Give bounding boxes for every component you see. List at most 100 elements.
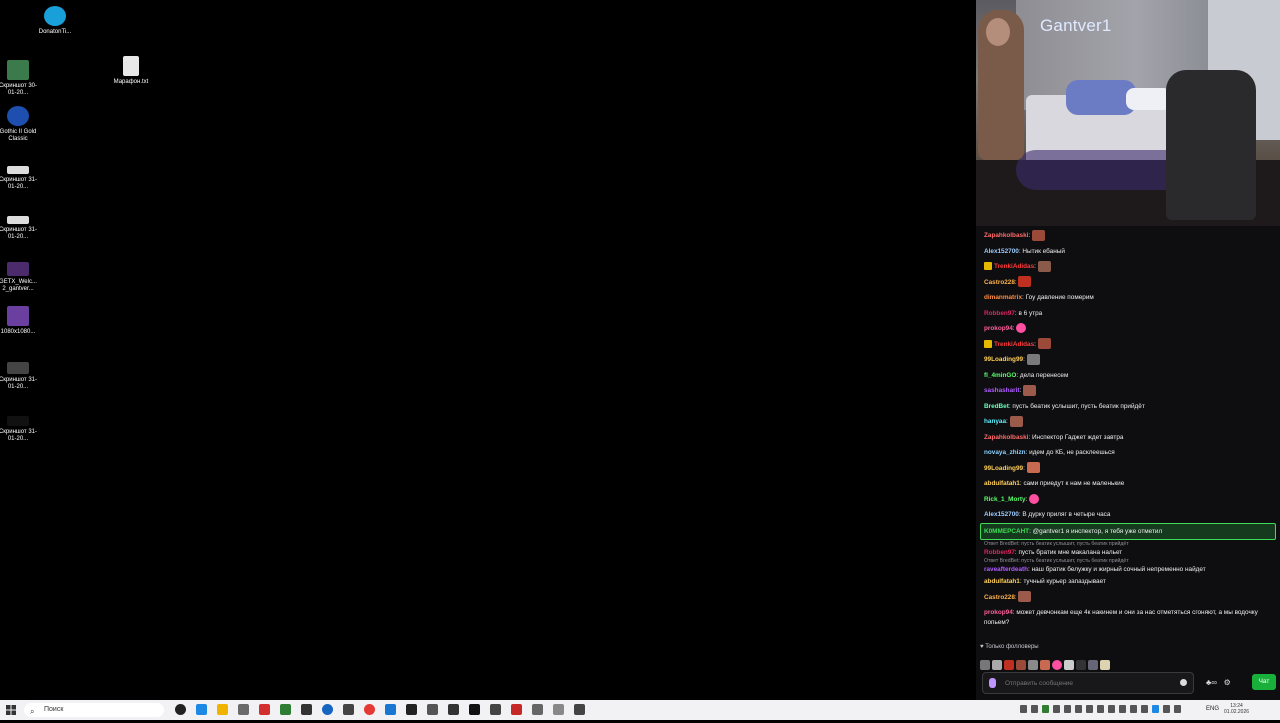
chat-emote-icon[interactable] (1031, 229, 1045, 241)
chat-input-box[interactable] (982, 672, 1194, 694)
tray-icon[interactable] (1086, 705, 1093, 713)
tray-icon[interactable] (1130, 705, 1137, 713)
emote-icon[interactable] (1088, 659, 1098, 670)
browser-icon[interactable] (322, 704, 333, 715)
emote-icon[interactable] (992, 659, 1002, 670)
app-dark-icon[interactable] (301, 704, 312, 715)
explorer-icon[interactable] (217, 704, 228, 715)
app-icon[interactable] (385, 704, 396, 715)
desktop-icon-screenshot-2[interactable]: Скриншот 31-01-20... (0, 166, 38, 191)
emote-icon[interactable] (980, 659, 990, 670)
chat-username[interactable]: Castro228 (984, 279, 1015, 286)
windows-start-icon[interactable] (6, 705, 16, 715)
taskbar-clock[interactable]: 13:24 01.02.2026 (1224, 703, 1249, 715)
obs-icon[interactable] (469, 704, 480, 715)
chat-username[interactable]: prokop94 (984, 609, 1013, 616)
app-icon[interactable] (511, 704, 522, 715)
chat-username[interactable]: BredBet (984, 403, 1009, 410)
chat-emote-icon[interactable] (1023, 384, 1037, 396)
desktop-icon-donaton[interactable]: DonatonTi... (35, 6, 75, 36)
desktop-icon-marathon-txt[interactable]: Марафон.txt (111, 56, 151, 86)
desktop-icon-screenshot-4[interactable]: Скриншот 31-01-20... (0, 362, 38, 391)
chat-username[interactable]: K0MMEPCAHT (984, 528, 1029, 535)
reply-context[interactable]: Ответ BredBet: пусть беатик услышит, пус… (984, 540, 1276, 548)
tool-icon[interactable] (238, 704, 249, 715)
chat-message-input[interactable] (1003, 675, 1177, 691)
app-icon[interactable] (406, 704, 417, 715)
subscriber-badge-icon[interactable] (984, 262, 992, 271)
chat-username[interactable]: fl_4minGO (984, 372, 1016, 379)
chat-username[interactable]: hanyaa (984, 418, 1006, 425)
chat-username[interactable]: raveafterdeath (984, 566, 1028, 573)
chat-username[interactable]: Zapahkolbaski (984, 232, 1028, 239)
desktop-icon-gothic[interactable]: Gothic II Gold Classic (0, 106, 38, 143)
tray-icon[interactable] (1097, 705, 1104, 713)
emote-icon[interactable] (1064, 659, 1074, 670)
desktop-icon-screenshot-3[interactable]: Скриншот 31-01-20... (0, 216, 38, 241)
reply-context[interactable]: Ответ BredBet: пусть беатик услышит, пус… (984, 557, 1276, 565)
tray-icon[interactable] (1064, 705, 1071, 713)
desktop-icon-screenshot-5[interactable]: Скриншот 31-01-20... (0, 416, 38, 443)
taskbar-search[interactable]: ⌕ Поиск (24, 703, 164, 717)
chat-username[interactable]: Robben97 (984, 310, 1015, 317)
chat-emote-icon[interactable] (1037, 338, 1051, 350)
chat-username[interactable]: Alex152700 (984, 511, 1019, 518)
desktop-icon-1080[interactable]: 1080x1080... (0, 306, 38, 336)
bits-icon[interactable]: ♣∞ (1206, 678, 1217, 687)
chat-emote-icon[interactable] (1018, 276, 1032, 288)
tray-icon[interactable] (1075, 705, 1082, 713)
emote-icon[interactable] (1028, 659, 1038, 670)
app-icon[interactable] (490, 704, 501, 715)
chat-username[interactable]: TrenkiAdidas (994, 263, 1034, 270)
chat-username[interactable]: abdulfatah1 (984, 480, 1020, 487)
chat-send-button[interactable]: Чат (1252, 674, 1276, 690)
chat-emote-icon[interactable] (1016, 323, 1027, 334)
chat-username[interactable]: dimanmatrix (984, 294, 1022, 301)
chat-username[interactable]: TrenkiAdidas (994, 341, 1034, 348)
emote-icon[interactable] (1004, 659, 1014, 670)
chat-username[interactable]: Robben97 (984, 549, 1015, 556)
chat-username[interactable]: Zapahkolbaski (984, 434, 1028, 441)
emote-icon[interactable] (1040, 659, 1050, 670)
tray-icon[interactable] (1108, 705, 1115, 713)
chat-username[interactable]: prokop94 (984, 325, 1013, 332)
emote-icon[interactable] (1100, 659, 1110, 670)
task-view-icon[interactable] (175, 704, 186, 715)
app-icon[interactable] (343, 704, 354, 715)
app-icon[interactable] (553, 704, 564, 715)
chat-username[interactable]: sashasharit (984, 387, 1020, 394)
chat-username[interactable]: Rick_1_Morty (984, 496, 1026, 503)
settings-gear-icon[interactable]: ⚙ (1224, 678, 1231, 687)
chat-emote-icon[interactable] (1026, 353, 1040, 365)
tray-icon[interactable] (1174, 705, 1181, 713)
chat-username[interactable]: Alex152700 (984, 248, 1019, 255)
chat-username[interactable]: 99Loading99 (984, 465, 1023, 472)
app-green-icon[interactable] (280, 704, 291, 715)
tray-icon[interactable] (1053, 705, 1060, 713)
chat-emote-icon[interactable] (1018, 591, 1032, 603)
chat-username[interactable]: Castro228 (984, 594, 1015, 601)
app-64-icon[interactable] (259, 704, 270, 715)
emoji-picker-icon[interactable] (1180, 679, 1187, 686)
edge-icon[interactable] (196, 704, 207, 715)
subscriber-badge-icon[interactable] (984, 339, 992, 348)
tray-icon[interactable] (1020, 705, 1027, 713)
chat-emote-icon[interactable] (1026, 462, 1040, 474)
emote-icon[interactable] (1076, 659, 1086, 670)
emote-icon[interactable] (1052, 659, 1062, 670)
app-icon[interactable] (427, 704, 438, 715)
desktop-icon-getx[interactable]: GETX_Welc... 2_gantver... (0, 262, 38, 293)
microphone-icon[interactable] (989, 678, 996, 688)
tray-icon[interactable] (1163, 705, 1170, 713)
app-icon[interactable] (448, 704, 459, 715)
emote-icon[interactable] (1016, 659, 1026, 670)
tray-icon[interactable] (1119, 705, 1126, 713)
app-icon[interactable] (574, 704, 585, 715)
chat-username[interactable]: 99Loading99 (984, 356, 1023, 363)
chrome-icon[interactable] (364, 704, 375, 715)
chat-emote-icon[interactable] (1029, 493, 1040, 504)
chat-emote-icon[interactable] (1037, 260, 1051, 272)
chat-username[interactable]: novaya_zhizn (984, 449, 1026, 456)
tray-icon[interactable] (1031, 705, 1038, 713)
language-indicator[interactable]: ENG (1206, 706, 1219, 712)
